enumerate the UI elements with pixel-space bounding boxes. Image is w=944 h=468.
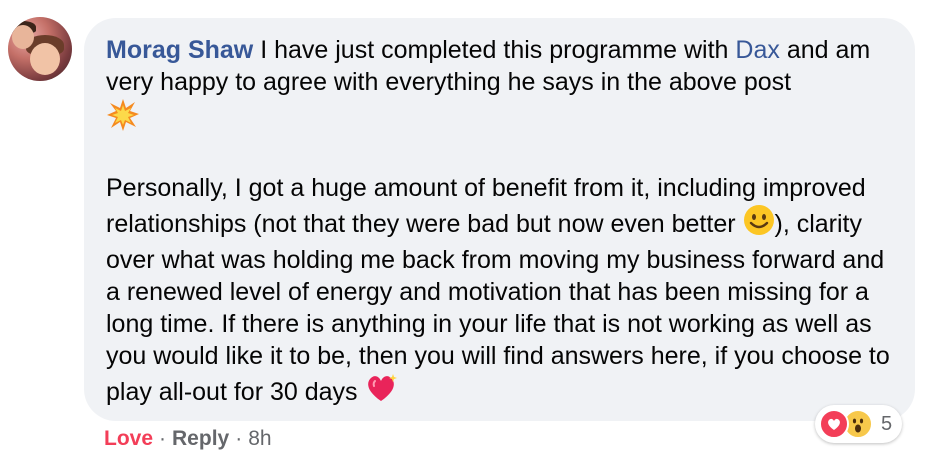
avatar-face — [30, 43, 60, 75]
reply-button[interactable]: Reply — [172, 425, 229, 453]
separator-dot: · — [235, 427, 243, 450]
comment-paragraph-2: Personally, I got a huge amount of benef… — [106, 172, 893, 412]
reaction-count: 5 — [881, 412, 893, 435]
love-reaction-icon — [819, 409, 849, 439]
timestamp-link[interactable]: 8h — [248, 425, 271, 453]
reactions-summary[interactable]: 5 — [815, 405, 903, 443]
comment-actions: Love · Reply · 8h — [104, 425, 272, 453]
avatar[interactable] — [8, 17, 72, 81]
author-name-link[interactable]: Morag Shaw — [106, 36, 253, 64]
comment-paragraph-1: Morag Shaw I have just completed this pr… — [106, 34, 893, 140]
sparkling-heart-emoji-icon — [364, 372, 398, 412]
comment-text-1: I have just completed this programme wit… — [253, 36, 736, 64]
separator-dot: · — [159, 427, 167, 450]
mention-link[interactable]: Dax — [735, 36, 779, 64]
smiling-face-emoji-icon — [743, 204, 775, 244]
comment-bubble: Morag Shaw I have just completed this pr… — [84, 18, 915, 421]
avatar-face-secondary — [12, 25, 34, 49]
collision-emoji-icon — [106, 98, 140, 140]
love-action-button[interactable]: Love — [104, 425, 153, 453]
